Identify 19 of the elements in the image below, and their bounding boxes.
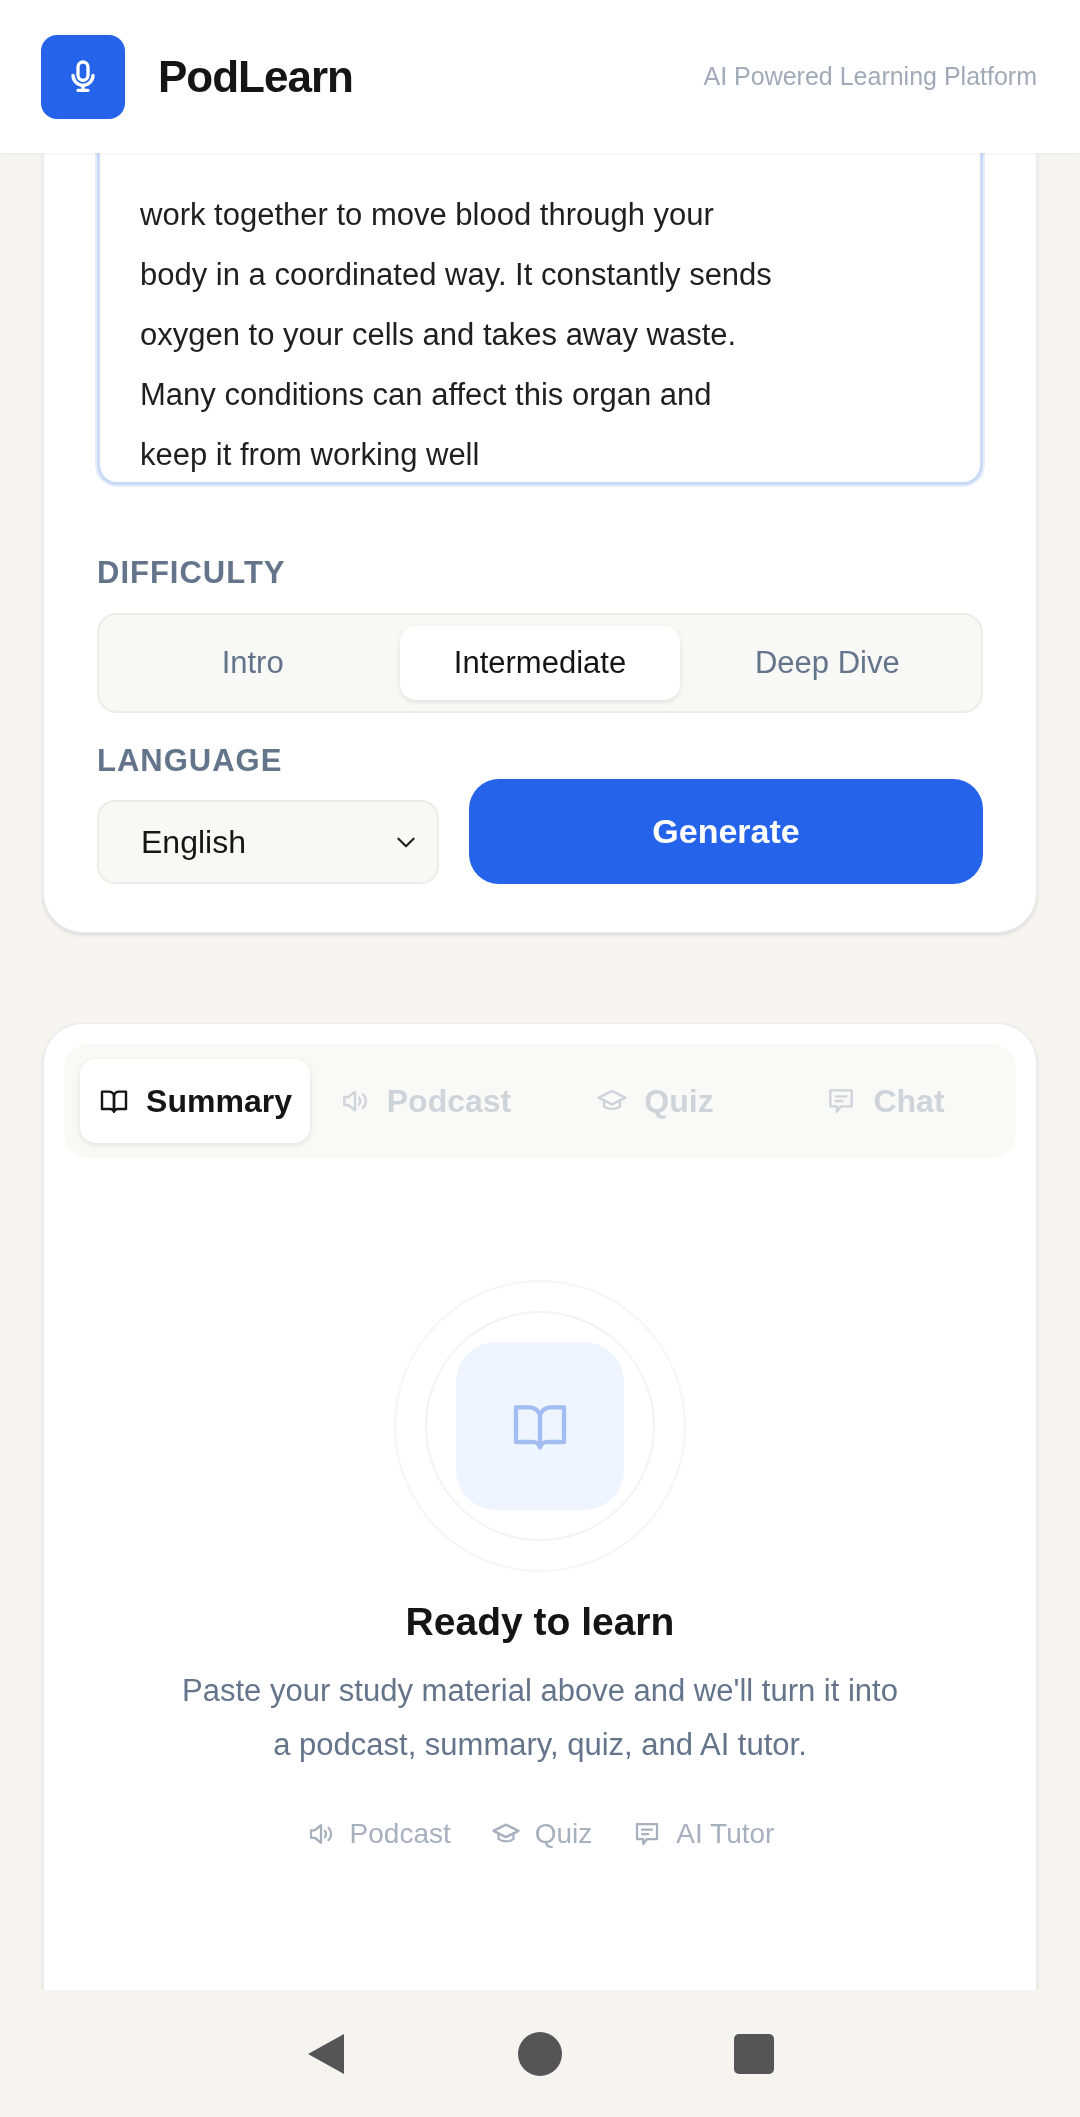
generate-button[interactable]: Generate (469, 779, 983, 884)
language-select[interactable]: English (97, 800, 439, 884)
empty-state-message: Paste your study material above and we'll turn it into a podcast, summary, quiz, and AI tutor. (181, 1672, 899, 1764)
text-area[interactable]: work together to move blood through your body in a coordinated way. It constantly sends oxygen to your cells and takes away waste. Many conditions can affect this organ and keep it from working well (97, 153, 983, 485)
feature-label: Quiz (534, 1818, 593, 1850)
app-name: PodLearn (158, 51, 353, 102)
feature-label: AI Tutor (676, 1818, 775, 1850)
tab[interactable]: Summary (80, 1059, 310, 1143)
difficulty-option[interactable]: Deep Dive (687, 626, 967, 700)
back-icon[interactable] (306, 2031, 346, 2076)
feature-label: Podcast (349, 1818, 451, 1850)
home-icon[interactable] (518, 2031, 562, 2076)
tagline: AI Powered Learning Platform (703, 62, 1037, 91)
recents-icon[interactable] (734, 2033, 774, 2074)
difficulty-label: DIFFICULTY (97, 555, 287, 591)
empty-state-title: Ready to learn (405, 1600, 675, 1644)
language-label: LANGUAGE (97, 743, 284, 779)
difficulty-option[interactable]: Intermediate (400, 626, 680, 700)
difficulty-option[interactable]: Intro (113, 626, 393, 700)
